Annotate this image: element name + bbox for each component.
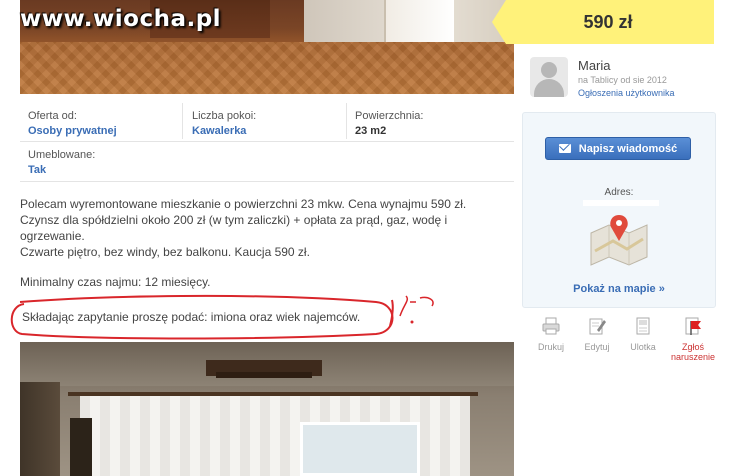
printer-icon [542, 317, 560, 335]
circled-sentence: Składając zapytanie proszę podać: imiona… [22, 310, 361, 324]
user-box: Maria na Tablicy od sie 2012 Ogłoszenia … [528, 56, 718, 106]
details-divider [182, 103, 183, 139]
detail-label: Umeblowane: [28, 149, 96, 161]
photo-lamp [216, 372, 312, 378]
ad-actions: Drukuj Edytuj Ulotka Zgłoś naruszenie [527, 316, 723, 368]
description-line: Czwarte piętro, bez windy, bez balkonu. … [20, 245, 310, 259]
handdrawn-annotation: Składając zapytanie proszę podać: imiona… [6, 294, 436, 340]
details-divider [346, 103, 347, 139]
description-line: Polecam wyremontowane mieszkanie o powie… [20, 197, 467, 211]
avatar-body-icon [534, 79, 564, 97]
flyer-action[interactable]: Ulotka [619, 316, 667, 352]
site-watermark: www.wiocha.pl [20, 6, 222, 32]
photo-door [20, 382, 60, 476]
photo-window [300, 422, 420, 476]
description-line: Czynsz dla spółdzielni około 200 zł (w t… [20, 213, 448, 227]
detail-label: Oferta od: [28, 110, 77, 122]
edit-action[interactable]: Edytuj [573, 316, 621, 352]
show-on-map-link[interactable]: Pokaż na mapie » [523, 283, 715, 295]
detail-rooms: Liczba pokoi: Kawalerka [192, 110, 256, 137]
detail-label: Liczba pokoi: [192, 110, 257, 122]
details-divider [20, 141, 514, 142]
mail-icon [558, 144, 571, 153]
description-line: Minimalny czas najmu: 12 miesięcy. [20, 275, 211, 289]
edit-icon [589, 318, 606, 335]
details-divider [20, 181, 514, 182]
detail-value-link[interactable]: Osoby prywatnej [28, 125, 117, 137]
map-icon[interactable] [587, 211, 651, 269]
edit-label: Edytuj [584, 342, 610, 352]
flag-icon [685, 317, 701, 335]
flyer-icon [636, 317, 650, 335]
user-name: Maria [578, 58, 611, 73]
report-action[interactable]: Zgłoś naruszenie [669, 316, 717, 362]
price-value: 590 zł [583, 11, 633, 32]
details-table: Oferta od: Osoby prywatnej Liczba pokoi:… [20, 103, 514, 183]
print-label: Drukuj [537, 342, 564, 352]
send-message-button[interactable]: Napisz wiadomość [545, 137, 691, 160]
address-redacted [583, 200, 659, 206]
ad-description: Polecam wyremontowane mieszkanie o powie… [20, 196, 514, 290]
flyer-label: Ulotka [630, 342, 656, 352]
photo-picture-frame [70, 418, 92, 476]
avatar [530, 57, 568, 97]
detail-value-link[interactable]: Kawalerka [192, 125, 246, 137]
price-tag: 590 zł [492, 0, 714, 44]
listing-photo-bottom[interactable] [20, 342, 514, 476]
report-label: Zgłoś naruszenie [670, 342, 716, 362]
detail-label: Powierzchnia: [355, 110, 424, 122]
photo-parquet-floor [20, 42, 514, 94]
contact-panel: Napisz wiadomość Adres: Pokaż na mapie » [522, 112, 716, 308]
user-since: na Tablicy od sie 2012 [578, 75, 667, 85]
detail-offer-from: Oferta od: Osoby prywatnej [28, 110, 117, 137]
user-ads-link[interactable]: Ogłoszenia użytkownika [578, 88, 675, 98]
detail-value-link[interactable]: Tak [28, 164, 46, 176]
detail-value: 23 m2 [355, 125, 387, 137]
detail-furnished: Umeblowane: Tak [28, 149, 95, 176]
address-label: Adres: [604, 187, 634, 198]
avatar-head-icon [541, 62, 557, 78]
description-line: ogrzewanie. [20, 229, 85, 243]
detail-area: Powierzchnia: 23 m2 [355, 110, 423, 137]
send-message-label: Napisz wiadomość [578, 142, 678, 155]
print-action[interactable]: Drukuj [527, 316, 575, 352]
